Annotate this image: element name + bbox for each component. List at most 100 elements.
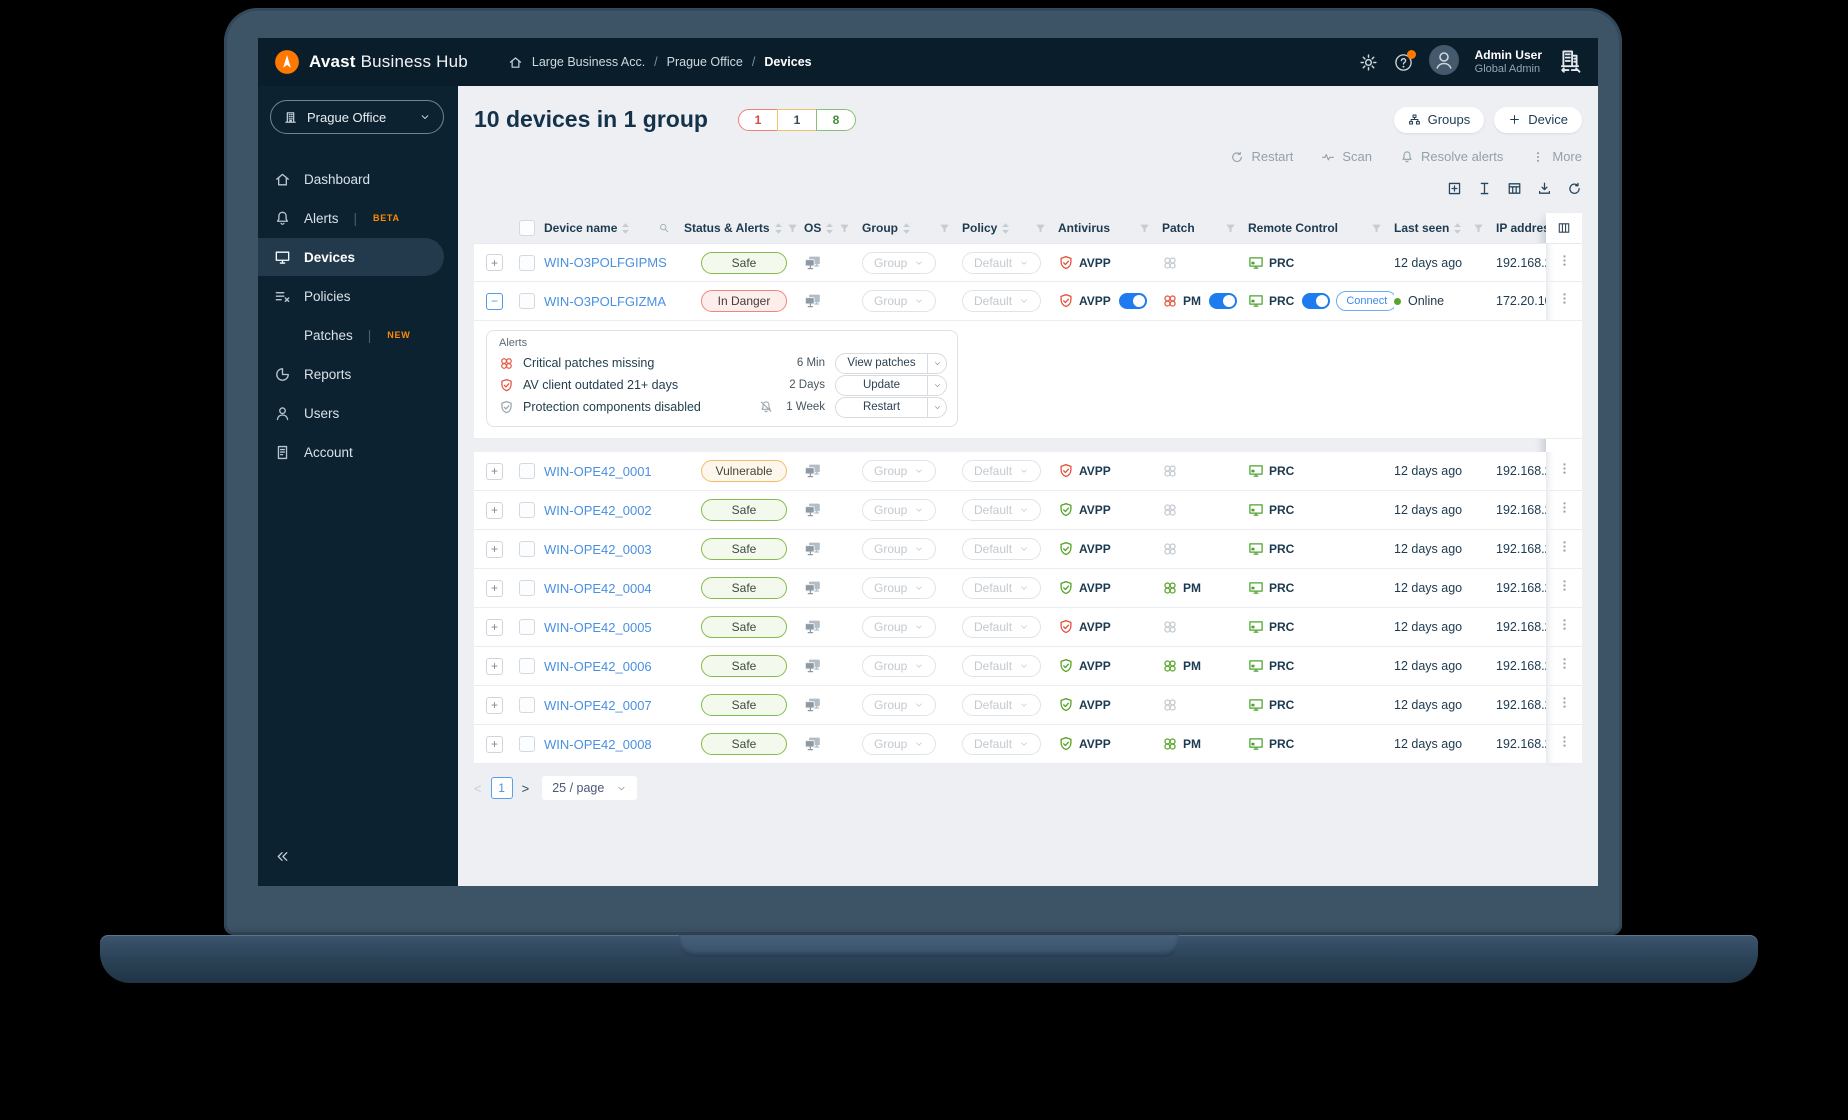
group-select[interactable]: Group xyxy=(862,616,937,638)
filter-icon[interactable] xyxy=(1473,223,1484,234)
sort-icon[interactable] xyxy=(1453,222,1462,235)
filter-icon[interactable] xyxy=(839,223,850,234)
filter-icon[interactable] xyxy=(787,223,798,234)
device-name-link[interactable]: WIN-OPE42_0004 xyxy=(544,581,652,596)
sort-icon[interactable] xyxy=(825,222,834,235)
help-button[interactable] xyxy=(1394,49,1416,72)
add-device-button[interactable]: Device xyxy=(1494,106,1582,133)
alert-action-button[interactable]: Update xyxy=(835,374,947,396)
action-more[interactable]: More xyxy=(1531,149,1582,164)
groups-button[interactable]: Groups xyxy=(1393,106,1485,133)
page-size-select[interactable]: 25 / page xyxy=(542,776,638,800)
avatar[interactable] xyxy=(1428,44,1459,80)
row-expander[interactable]: − xyxy=(486,292,503,310)
row-menu-button[interactable] xyxy=(1557,617,1572,637)
group-select[interactable]: Group xyxy=(862,694,937,716)
filter-icon[interactable] xyxy=(939,223,950,234)
filter-icon[interactable] xyxy=(1035,223,1046,234)
policy-select[interactable]: Default xyxy=(962,499,1042,521)
search-icon[interactable] xyxy=(658,222,670,234)
row-menu-button[interactable] xyxy=(1557,578,1572,598)
sort-icon[interactable] xyxy=(621,222,630,235)
action-scan[interactable]: Scan xyxy=(1321,149,1372,164)
sort-icon[interactable] xyxy=(1001,222,1010,235)
row-expander[interactable]: + xyxy=(486,254,503,271)
row-checkbox[interactable] xyxy=(519,541,535,557)
sort-icon[interactable] xyxy=(774,222,783,235)
group-select[interactable]: Group xyxy=(862,538,937,560)
group-select[interactable]: Group xyxy=(862,577,937,599)
row-menu-button[interactable] xyxy=(1557,734,1572,754)
device-count-ok[interactable]: 8 xyxy=(815,108,856,131)
device-name-link[interactable]: WIN-OPE42_0005 xyxy=(544,620,652,635)
patch-toggle[interactable] xyxy=(1209,293,1237,309)
sidebar-item-account[interactable]: Account xyxy=(258,433,444,471)
row-checkbox[interactable] xyxy=(519,736,535,752)
device-name-link[interactable]: WIN-O3POLFGIZMA xyxy=(544,294,666,309)
column-header[interactable]: Device name xyxy=(544,221,684,235)
tool-table-grid-button[interactable] xyxy=(1507,181,1522,201)
company-switcher-button[interactable] xyxy=(1558,47,1582,78)
action-restart[interactable]: Restart xyxy=(1230,149,1293,164)
row-menu-button[interactable] xyxy=(1557,500,1572,520)
policy-select[interactable]: Default xyxy=(962,733,1042,755)
alert-action-button[interactable]: View patches xyxy=(835,352,947,374)
row-checkbox[interactable] xyxy=(519,697,535,713)
device-name-link[interactable]: WIN-OPE42_0002 xyxy=(544,503,652,518)
tool-plus-box-button[interactable] xyxy=(1447,181,1462,201)
breadcrumb-item[interactable]: Prague Office xyxy=(667,55,743,69)
alert-action-caret[interactable] xyxy=(927,353,946,373)
sidebar-item-reports[interactable]: Reports xyxy=(258,355,444,393)
column-header[interactable]: Group xyxy=(862,221,962,235)
group-select[interactable]: Group xyxy=(862,251,937,274)
policy-select[interactable]: Default xyxy=(962,290,1042,312)
policy-select[interactable]: Default xyxy=(962,694,1042,716)
row-menu-button[interactable] xyxy=(1557,291,1572,311)
sidebar-item-users[interactable]: Users xyxy=(258,394,444,432)
row-expander[interactable]: + xyxy=(486,501,503,519)
row-expander[interactable]: + xyxy=(486,657,503,675)
column-header[interactable]: Antivirus xyxy=(1058,221,1162,235)
tool-download-button[interactable] xyxy=(1537,181,1552,201)
row-checkbox[interactable] xyxy=(519,658,535,674)
sidebar-item-policies[interactable]: Policies xyxy=(258,277,444,315)
row-expander[interactable]: + xyxy=(486,540,503,558)
home-icon[interactable] xyxy=(508,55,523,70)
antivirus-toggle[interactable] xyxy=(1118,293,1147,309)
device-name-link[interactable]: WIN-O3POLFGIPMS xyxy=(544,255,667,270)
alert-action-caret[interactable] xyxy=(927,397,946,417)
group-select[interactable]: Group xyxy=(862,733,937,755)
sidebar-item-patches[interactable]: Patches | NEW xyxy=(258,316,444,354)
row-menu-button[interactable] xyxy=(1557,539,1572,559)
sort-icon[interactable] xyxy=(902,222,911,235)
device-name-link[interactable]: WIN-OPE42_0007 xyxy=(544,698,652,713)
group-select[interactable]: Group xyxy=(862,655,937,677)
breadcrumb-item[interactable]: Devices xyxy=(764,55,811,69)
sidebar-item-devices[interactable]: Devices xyxy=(258,238,444,276)
site-selector[interactable]: Prague Office xyxy=(270,100,444,134)
policy-select[interactable]: Default xyxy=(962,655,1042,677)
alert-action-button[interactable]: Restart xyxy=(835,396,947,418)
device-name-link[interactable]: WIN-OPE42_0003 xyxy=(544,542,652,557)
next-page-button[interactable]: > xyxy=(522,781,530,796)
row-checkbox[interactable] xyxy=(519,580,535,596)
tool-refresh-button[interactable] xyxy=(1567,181,1582,201)
user-info[interactable]: Admin User Global Admin xyxy=(1475,48,1542,77)
row-checkbox[interactable] xyxy=(519,463,535,479)
row-menu-button[interactable] xyxy=(1557,656,1572,676)
row-menu-button[interactable] xyxy=(1557,253,1572,273)
filter-icon[interactable] xyxy=(1139,223,1150,234)
select-all-checkbox[interactable] xyxy=(519,220,535,236)
policy-select[interactable]: Default xyxy=(962,460,1042,482)
alert-action-caret[interactable] xyxy=(927,375,946,395)
row-menu-button[interactable] xyxy=(1557,695,1572,715)
device-name-link[interactable]: WIN-OPE42_0006 xyxy=(544,659,652,674)
avast-logo[interactable]: Avast Business Hub xyxy=(274,49,468,75)
row-expander[interactable]: + xyxy=(486,462,503,480)
column-header[interactable]: IP address xyxy=(1496,221,1546,235)
policy-select[interactable]: Default xyxy=(962,538,1042,560)
column-header[interactable]: OS xyxy=(804,221,862,235)
row-checkbox[interactable] xyxy=(519,619,535,635)
sidebar-item-alerts[interactable]: Alerts | BETA xyxy=(258,199,444,237)
device-count-warn[interactable]: 1 xyxy=(776,108,817,131)
